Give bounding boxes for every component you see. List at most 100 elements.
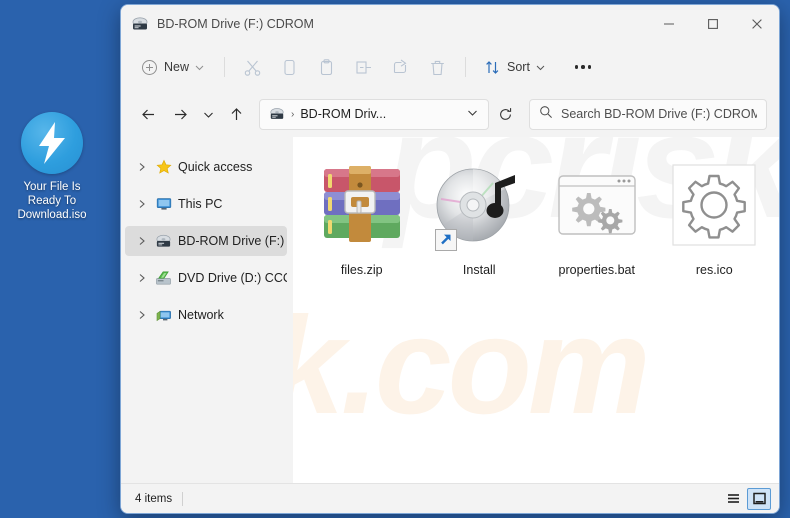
refresh-icon [499, 107, 511, 120]
item-count-label: 4 items [135, 492, 173, 505]
sidebar-item-label: BD-ROM Drive (F:) C [178, 234, 287, 248]
window-titlebar[interactable]: BD-ROM Drive (F:) CDROM [121, 5, 779, 43]
share-button[interactable] [383, 51, 418, 83]
delete-button[interactable] [420, 51, 455, 83]
winrar-archive-icon [314, 157, 410, 253]
file-explorer-window: BD-ROM Drive (F:) CDROM New Sort › BD-RO… [120, 4, 780, 514]
file-item-label: res.ico [695, 263, 733, 277]
star-icon [155, 159, 172, 176]
rename-icon [356, 60, 372, 74]
file-item-label: files.zip [340, 263, 383, 277]
sidebar-item-bd-rom-drive[interactable]: BD-ROM Drive (F:) C [125, 226, 287, 256]
file-item-install[interactable]: Install [421, 151, 539, 277]
chevron-right-icon[interactable] [135, 199, 149, 209]
search-box[interactable] [529, 98, 767, 130]
sidebar-item-label: DVD Drive (D:) CCCC [178, 271, 287, 285]
maximize-button[interactable] [691, 5, 735, 43]
chevron-down-icon [195, 65, 204, 70]
more-button[interactable] [557, 51, 610, 83]
file-grid: files.zip Install properties.bat res.ico [293, 137, 779, 277]
bd-rom-drive-icon [269, 106, 285, 122]
arrow-right-icon [174, 109, 187, 119]
daemon-tools-iso-icon [21, 112, 83, 174]
address-path-box[interactable]: › BD-ROM Driv... [259, 98, 489, 130]
file-item-label: properties.bat [558, 263, 635, 277]
toolbar-divider-2 [465, 57, 467, 77]
close-button[interactable] [735, 5, 779, 43]
trash-icon [431, 60, 444, 75]
command-toolbar: New Sort [121, 43, 779, 91]
desktop-background: Your File Is Ready To Download.iso BD-RO… [0, 0, 790, 518]
sort-button[interactable]: Sort [476, 51, 555, 83]
chevron-right-icon[interactable] [135, 273, 149, 283]
cut-button[interactable] [235, 51, 270, 83]
view-toggle-group [721, 487, 771, 510]
search-icon [539, 105, 553, 124]
sidebar-item-this-pc[interactable]: This PC [125, 189, 287, 219]
chevron-down-icon [536, 65, 545, 70]
cd-media-icon [431, 157, 527, 253]
desktop-icon-iso-file[interactable]: Your File Is Ready To Download.iso [4, 112, 100, 222]
large-icons-view-button[interactable] [747, 487, 771, 510]
new-button[interactable]: New [133, 51, 214, 83]
chevron-right-icon[interactable] [135, 236, 149, 246]
gear-outline-icon [666, 157, 762, 253]
arrow-left-icon [141, 109, 154, 119]
chevron-right-icon[interactable] [135, 310, 149, 320]
path-dropdown-chevron-down-icon[interactable] [461, 105, 484, 123]
status-divider [182, 491, 184, 506]
sort-button-label: Sort [507, 60, 530, 74]
recent-locations-button[interactable] [197, 99, 219, 129]
file-list-content[interactable]: pcrisk risk.com [293, 137, 779, 483]
refresh-button[interactable] [491, 99, 519, 129]
batch-gears-icon [549, 157, 645, 253]
toolbar-divider [224, 57, 226, 77]
share-icon [393, 59, 407, 73]
paste-button[interactable] [309, 51, 344, 83]
dvd-drive-icon [155, 270, 172, 287]
window-body: Quick access This PC BD-ROM Drive (F:) C… [121, 137, 779, 483]
shortcut-overlay-arrow-icon [435, 229, 458, 251]
monitor-icon [155, 196, 172, 213]
chevron-right-icon[interactable] [135, 162, 149, 172]
arrow-up-icon [231, 107, 241, 120]
file-item-res-ico[interactable]: res.ico [656, 151, 774, 277]
list-lines-icon [727, 494, 739, 503]
minimize-button[interactable] [647, 5, 691, 43]
watermark-text: risk.com [293, 289, 651, 443]
desktop-icon-label-line1: Your File Is [23, 181, 81, 193]
status-bar: 4 items [121, 483, 779, 513]
clipboard-icon [320, 58, 333, 75]
rename-button[interactable] [346, 51, 381, 83]
sidebar-item-dvd-drive[interactable]: DVD Drive (D:) CCCC [125, 263, 287, 293]
sidebar-item-label: This PC [178, 197, 223, 211]
bd-rom-drive-icon [131, 15, 149, 33]
scissors-icon [244, 60, 261, 76]
sidebar-item-label: Network [178, 308, 224, 322]
back-button[interactable] [133, 99, 163, 129]
navigation-pane: Quick access This PC BD-ROM Drive (F:) C… [121, 137, 293, 483]
copy-button[interactable] [272, 51, 307, 83]
sidebar-item-label: Quick access [178, 160, 253, 174]
breadcrumb-separator: › [291, 108, 295, 120]
large-icon-view-icon [752, 492, 766, 505]
bd-rom-drive-icon [155, 233, 172, 250]
desktop-icon-label-line3: Download.iso [17, 209, 87, 221]
forward-button[interactable] [165, 99, 195, 129]
ellipsis-icon [565, 65, 602, 69]
breadcrumb-current: BD-ROM Driv... [300, 107, 387, 121]
details-view-button[interactable] [721, 488, 745, 510]
file-item-label: Install [462, 263, 496, 277]
sort-arrows-icon [486, 60, 499, 74]
file-item-properties-bat[interactable]: properties.bat [538, 151, 656, 277]
up-button[interactable] [221, 99, 251, 129]
desktop-icon-label-line2: Ready To [27, 195, 77, 207]
file-item-files-zip[interactable]: files.zip [303, 151, 421, 277]
sidebar-item-quick-access[interactable]: Quick access [125, 152, 287, 182]
copy-icon [284, 59, 295, 75]
desktop-icon-label: Your File Is Ready To Download.iso [17, 180, 86, 222]
new-button-label: New [164, 60, 190, 74]
sidebar-item-network[interactable]: Network [125, 300, 287, 330]
address-bar-row: › BD-ROM Driv... [121, 91, 779, 137]
search-input[interactable] [561, 107, 757, 121]
